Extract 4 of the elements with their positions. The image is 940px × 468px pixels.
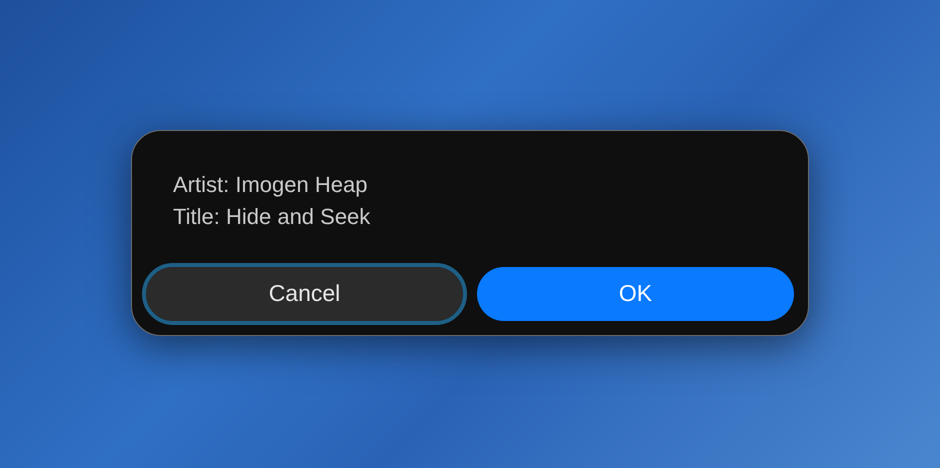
- info-text: Title: Hide and Seek: [173, 202, 372, 230]
- info-text: Artist: Imogen Heap: [173, 170, 368, 198]
- cancel-button[interactable]: Cancel: [146, 266, 463, 320]
- ok-button[interactable]: OK: [477, 266, 794, 320]
